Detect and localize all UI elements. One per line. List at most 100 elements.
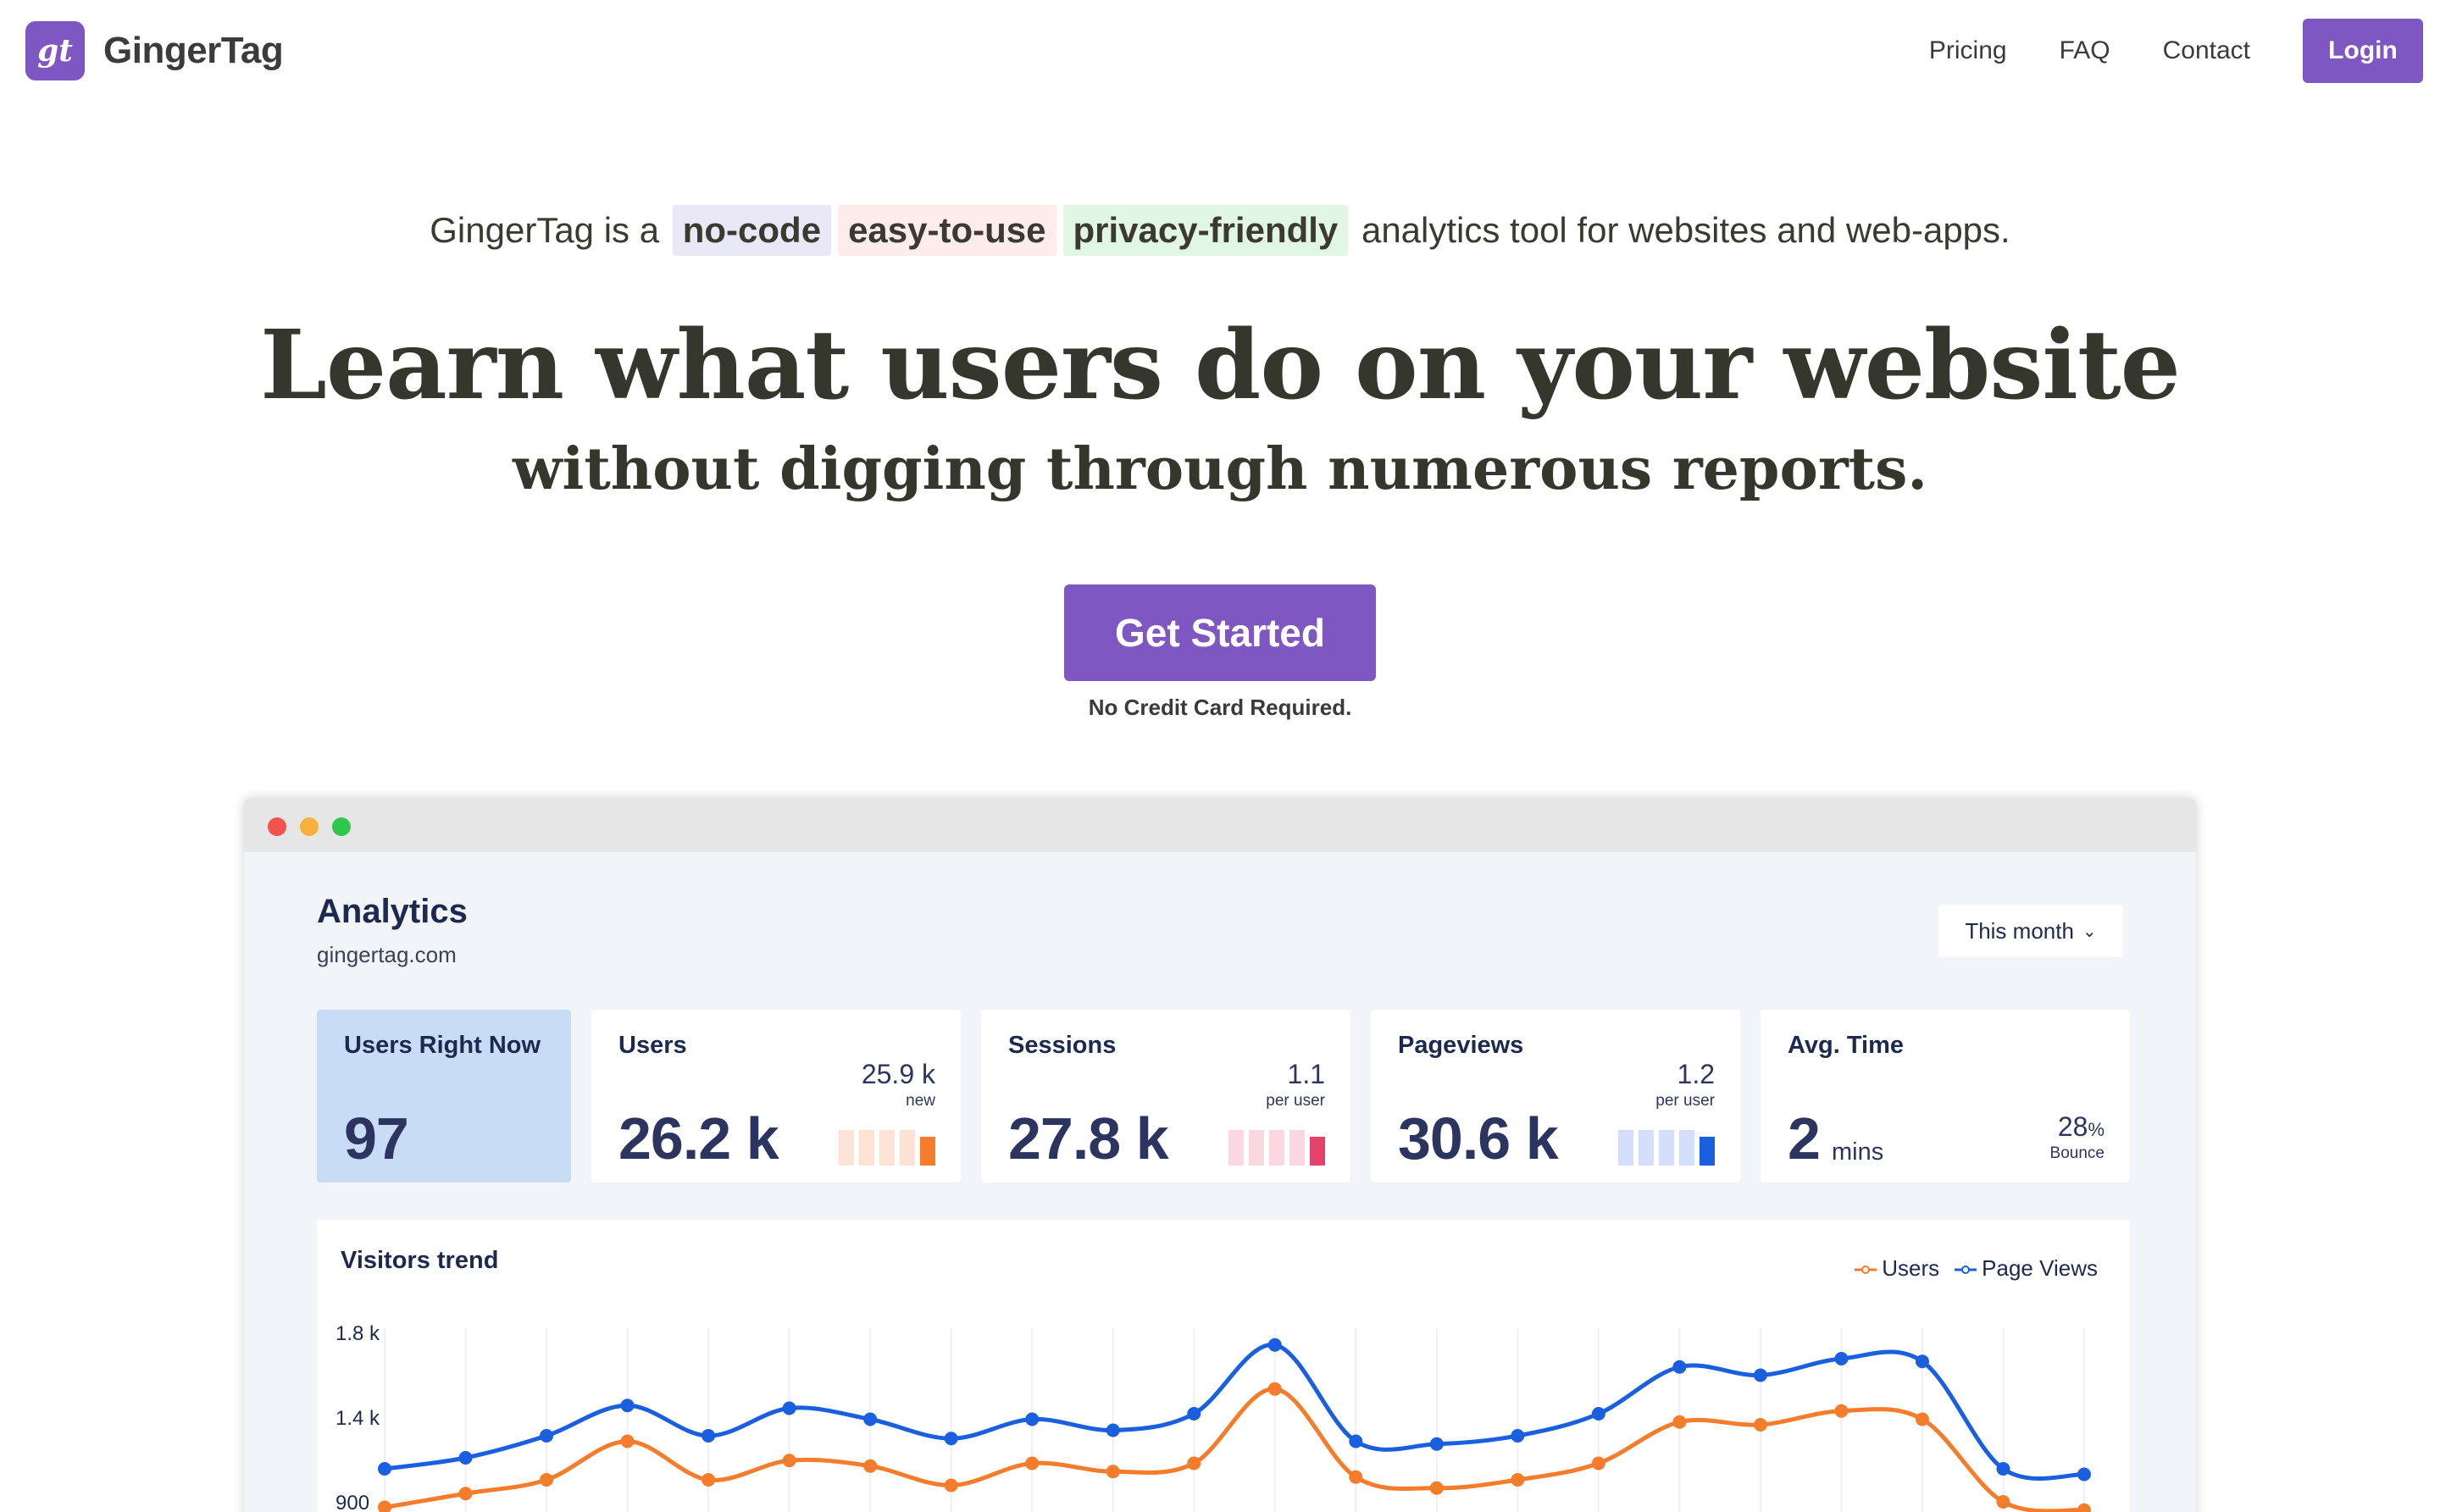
bounce-unit: %	[2088, 1119, 2104, 1140]
data-point	[1187, 1407, 1201, 1421]
data-point	[458, 1451, 473, 1465]
card-side-stat: 1.1 per user	[1266, 1059, 1325, 1110]
period-label: This month	[1965, 917, 2074, 944]
data-point	[1267, 1338, 1282, 1352]
brand[interactable]: gt GingerTag	[25, 21, 284, 80]
data-point	[1429, 1437, 1444, 1451]
data-point	[1915, 1412, 1929, 1426]
subheadline: without digging through numerous reports…	[512, 435, 1928, 503]
data-point	[944, 1432, 958, 1446]
data-point	[1996, 1462, 2010, 1476]
data-point	[620, 1398, 635, 1413]
y-tick-label: 1.4 k	[336, 1407, 380, 1430]
card-label: Users	[618, 1032, 687, 1059]
mini-bar	[1249, 1130, 1264, 1166]
login-button[interactable]: Login	[2303, 19, 2423, 83]
data-point	[1025, 1456, 1040, 1470]
data-point	[1672, 1415, 1687, 1429]
mini-bar	[1310, 1137, 1325, 1166]
data-point	[540, 1473, 554, 1487]
data-point	[1349, 1434, 1363, 1448]
data-point	[863, 1459, 878, 1473]
card-label: Pageviews	[1398, 1032, 1524, 1059]
chip-privacy-friendly: privacy-friendly	[1062, 205, 1349, 256]
visitors-trend-panel: Visitors trend Users Page Views 1.8 k 1.4…	[317, 1220, 2130, 1512]
mini-bar	[1618, 1130, 1633, 1166]
data-point	[702, 1473, 716, 1487]
top-nav: gt GingerTag Pricing FAQ Contact Login	[0, 0, 2440, 106]
data-point	[1511, 1429, 1525, 1443]
mini-bar	[1700, 1137, 1715, 1166]
data-point	[458, 1487, 473, 1501]
data-point	[782, 1454, 796, 1468]
side-value: 1.2	[1677, 1059, 1715, 1089]
headline: Learn what users do on your website	[260, 310, 2181, 421]
mini-bar	[859, 1130, 874, 1166]
period-dropdown[interactable]: This month ⌄	[1938, 905, 2123, 957]
mini-bar-chart	[1223, 1130, 1325, 1166]
card-value: 2	[1788, 1105, 1821, 1171]
window-maximize-dot	[332, 817, 351, 836]
data-point	[540, 1429, 554, 1443]
window-close-dot	[268, 817, 286, 836]
chevron-down-icon: ⌄	[2082, 922, 2097, 941]
card-pageviews: Pageviews 30.6 k 1.2 per user	[1371, 1010, 1740, 1182]
brand-logo-icon[interactable]: gt	[25, 21, 85, 80]
mini-bar	[1659, 1130, 1674, 1166]
data-point	[1511, 1473, 1525, 1487]
window-minimize-dot	[300, 817, 319, 836]
side-label: per user	[1266, 1092, 1325, 1110]
side-label: new	[906, 1092, 935, 1110]
data-point	[1591, 1407, 1605, 1421]
card-value: 26.2 k	[618, 1105, 779, 1171]
data-point	[863, 1412, 878, 1426]
data-point	[1753, 1368, 1767, 1382]
get-started-button[interactable]: Get Started	[1064, 584, 1376, 681]
nav-link-pricing[interactable]: Pricing	[1929, 36, 2007, 65]
dashboard-title: Analytics	[317, 893, 468, 930]
bounce-label: Bounce	[2049, 1144, 2104, 1162]
side-value: 25.9 k	[861, 1059, 935, 1089]
card-avg-time: Avg. Time 2 mins 28% Bounce	[1761, 1010, 2130, 1182]
data-point	[620, 1434, 635, 1448]
data-point	[1753, 1418, 1767, 1432]
y-tick-label: 1.8 k	[336, 1322, 380, 1345]
mini-bar-chart	[834, 1130, 935, 1166]
mini-bar	[879, 1130, 895, 1166]
card-side-stat: 1.2 per user	[1655, 1059, 1715, 1110]
mini-bar	[900, 1130, 915, 1166]
card-users-now: Users Right Now 97	[317, 1010, 571, 1182]
mini-bar	[1289, 1130, 1305, 1166]
card-sessions: Sessions 27.8 k 1.1 per user	[981, 1010, 1350, 1182]
brand-name[interactable]: GingerTag	[103, 30, 284, 72]
mini-bar	[920, 1137, 935, 1166]
data-point	[702, 1429, 716, 1443]
card-label: Sessions	[1008, 1032, 1117, 1059]
y-tick-label: 900	[336, 1492, 369, 1512]
cta-note: No Credit Card Required.	[1088, 695, 1352, 720]
mini-bar	[1639, 1130, 1654, 1166]
data-point	[378, 1462, 391, 1476]
mini-bar	[1679, 1130, 1694, 1166]
data-point	[378, 1500, 391, 1512]
mini-bar-chart	[1613, 1130, 1715, 1166]
data-point	[2077, 1467, 2091, 1482]
data-point	[1106, 1423, 1120, 1437]
card-value: 30.6 k	[1398, 1105, 1559, 1171]
data-point	[1834, 1404, 1849, 1418]
data-point	[2077, 1503, 2091, 1512]
tagline-suffix: analytics tool for websites and web-apps…	[1361, 210, 2010, 250]
card-label: Users Right Now	[344, 1032, 541, 1059]
nav-link-contact[interactable]: Contact	[2163, 36, 2250, 65]
nav-link-faq[interactable]: FAQ	[2060, 36, 2110, 65]
data-point	[1267, 1382, 1282, 1396]
data-point	[1834, 1352, 1849, 1365]
bounce-stat: 28% Bounce	[2050, 1111, 2104, 1163]
data-point	[1429, 1481, 1444, 1495]
card-side-stat: 25.9 k new	[862, 1059, 935, 1110]
data-point	[782, 1401, 796, 1415]
chip-no-code: no-code	[672, 205, 832, 256]
data-point	[1187, 1456, 1201, 1470]
bounce-number: 28	[2057, 1111, 2088, 1142]
data-point	[1106, 1465, 1120, 1479]
